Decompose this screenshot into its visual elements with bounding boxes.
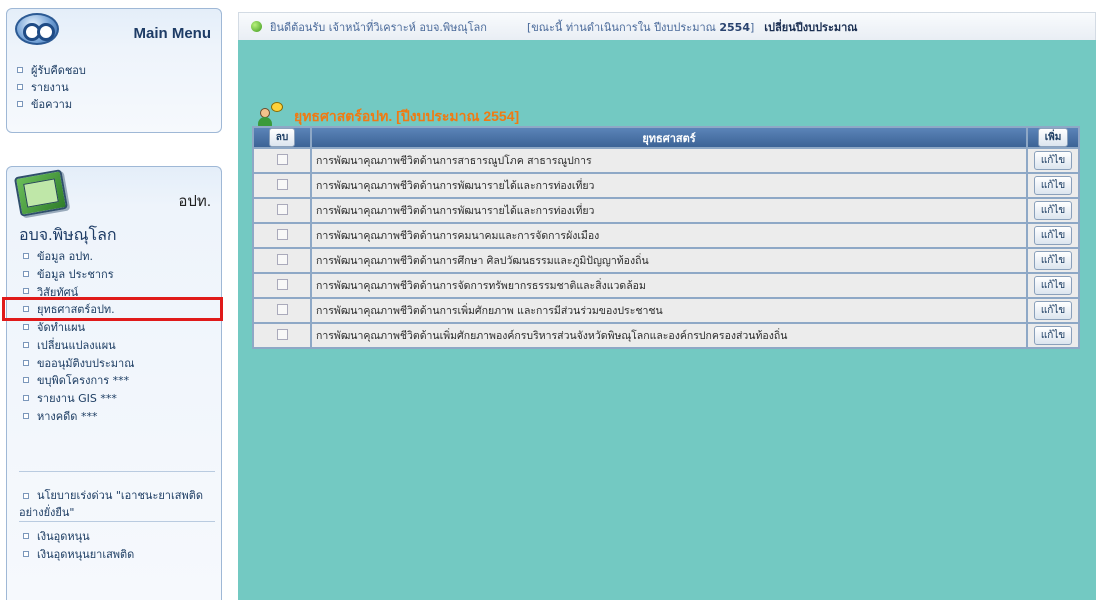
- budget-year-note: [ขณะนี้ ท่านดำเนินการใน ปีงบประมาณ 2554]: [526, 20, 755, 34]
- org-menu-item-search[interactable]: หางคดีด ***: [23, 407, 219, 425]
- bullet-icon: [23, 270, 29, 277]
- row-select-checkbox[interactable]: [276, 153, 288, 165]
- strategy-name: การพัฒนาคุณภาพชีวิตด้านการคมนาคมและการจั…: [312, 224, 1026, 247]
- table-row: การพัฒนาคุณภาพชีวิตด้านการพัฒนารายได้และ…: [254, 174, 1078, 197]
- divider: [19, 521, 215, 522]
- main-menu-list: ผู้รับคืดชอบ รายงาน ข้อความ: [17, 61, 86, 112]
- bullet-icon: [23, 359, 29, 366]
- page-title: ยุทธศาสตร์อปท. [ปีงบประมาณ 2554]: [258, 102, 519, 128]
- app-logo-icon: [15, 13, 59, 45]
- main-menu-item-message[interactable]: ข้อความ: [17, 95, 86, 112]
- table-row: การพัฒนาคุณภาพชีวิตด้านการเพิ่มศักยภาพ แ…: [254, 299, 1078, 322]
- edit-button[interactable]: แก้ไข: [1033, 301, 1073, 320]
- org-menu-item-population[interactable]: ข้อมูล ประชากร: [23, 265, 219, 283]
- bullet-icon: [23, 324, 29, 331]
- bullet-icon: [17, 66, 23, 73]
- bullet-icon: [23, 551, 29, 557]
- people-icon: [258, 102, 284, 128]
- sidebar: Main Menu ผู้รับคืดชอบ รายงาน ข้อความ อป…: [0, 0, 230, 600]
- table-row: การพัฒนาคุณภาพชีวิตด้านเพิ่มศักยภาพองค์ก…: [254, 324, 1078, 347]
- add-button[interactable]: เพิ่ม: [1037, 128, 1069, 147]
- row-select-checkbox[interactable]: [276, 303, 288, 315]
- org-menu-item-subsidy[interactable]: เงินอุดหนุน: [23, 527, 134, 545]
- org-menu-item-policy[interactable]: นโยบายเร่งด่วน "เอาชนะยาเสพติดอย่างยั่งย…: [19, 487, 215, 521]
- table-row: การพัฒนาคุณภาพชีวิตด้านการพัฒนารายได้และ…: [254, 199, 1078, 222]
- divider: [19, 471, 215, 472]
- main-menu-item-responsible[interactable]: ผู้รับคืดชอบ: [17, 61, 86, 78]
- row-select-checkbox[interactable]: [276, 278, 288, 290]
- org-menu-item-drug-subsidy[interactable]: เงินอุดหนุนยาเสพติด: [23, 545, 134, 563]
- bullet-icon: [23, 306, 29, 313]
- org-menu-item-org-info[interactable]: ข้อมูล อปท.: [23, 247, 219, 265]
- org-menu-title: อปท.: [178, 193, 211, 210]
- org-menu-item-vision[interactable]: วิสัยทัศน์: [23, 283, 219, 301]
- welcome-text: ยินดีต้อนรับ เจ้าหน้าที่วิเคราะห์ อบจ.พิ…: [270, 20, 487, 34]
- col-strategy-header: ยุทธศาสตร์: [312, 128, 1026, 147]
- page-title-text: ยุทธศาสตร์อปท. [ปีงบประมาณ 2554]: [294, 108, 520, 124]
- strategy-name: การพัฒนาคุณภาพชีวิตด้านการจัดการทรัพยากร…: [312, 274, 1026, 297]
- bullet-icon: [23, 341, 29, 348]
- row-select-checkbox[interactable]: [276, 328, 288, 340]
- main-menu-box: Main Menu ผู้รับคืดชอบ รายงาน ข้อความ: [6, 8, 222, 133]
- row-select-checkbox[interactable]: [276, 253, 288, 265]
- edit-button[interactable]: แก้ไข: [1033, 226, 1073, 245]
- change-budget-year-link[interactable]: เปลี่ยนปีงบประมาณ: [764, 18, 857, 36]
- table-row: การพัฒนาคุณภาพชีวิตด้านการสาธารณูปโภค สา…: [254, 149, 1078, 172]
- org-menu-item-strategy[interactable]: ยุทธศาสตร์อปท.: [2, 297, 223, 322]
- col-add-header: เพิ่ม: [1028, 128, 1078, 147]
- bullet-icon: [23, 413, 29, 420]
- bullet-icon: [23, 377, 29, 384]
- strategy-name: การพัฒนาคุณภาพชีวิตด้านเพิ่มศักยภาพองค์ก…: [312, 324, 1026, 347]
- row-select-checkbox[interactable]: [276, 228, 288, 240]
- row-select-checkbox[interactable]: [276, 203, 288, 215]
- main-menu-title: Main Menu: [133, 25, 212, 42]
- strategy-name: การพัฒนาคุณภาพชีวิตด้านการสาธารณูปโภค สา…: [312, 149, 1026, 172]
- strategy-table: ลบ ยุทธศาสตร์ เพิ่ม การพัฒนาคุณภาพชีวิตด…: [252, 126, 1080, 349]
- edit-button[interactable]: แก้ไข: [1033, 201, 1073, 220]
- org-menu-box: อปท. อบจ.พิษณุโลก ข้อมูล อปท. ข้อมูล ประ…: [2, 166, 223, 600]
- strategy-name: การพัฒนาคุณภาพชีวิตด้านการพัฒนารายได้และ…: [312, 199, 1026, 222]
- content-panel: ยุทธศาสตร์อปท. [ปีงบประมาณ 2554] ลบ ยุทธ…: [238, 40, 1096, 600]
- table-header-row: ลบ ยุทธศาสตร์ เพิ่ม: [254, 128, 1078, 147]
- bullet-icon: [23, 252, 29, 259]
- bullet-icon: [23, 395, 29, 402]
- strategy-name: การพัฒนาคุณภาพชีวิตด้านการเพิ่มศักยภาพ แ…: [312, 299, 1026, 322]
- row-select-checkbox[interactable]: [276, 178, 288, 190]
- bullet-icon: [17, 100, 23, 107]
- bullet-icon: [17, 83, 23, 90]
- org-menu-item-make-plan[interactable]: จัดทำแผน: [23, 318, 219, 336]
- col-delete-header: ลบ: [254, 128, 310, 147]
- org-menu-item-budget-request[interactable]: ขออนุมัติงบประมาณ: [23, 354, 219, 372]
- edit-button[interactable]: แก้ไข: [1033, 151, 1073, 170]
- org-menu-item-gis-report[interactable]: รายงาน GIS ***: [23, 389, 219, 407]
- table-row: การพัฒนาคุณภาพชีวิตด้านการคมนาคมและการจั…: [254, 224, 1078, 247]
- strategy-name: การพัฒนาคุณภาพชีวิตด้านการศึกษา ศิลปวัฒน…: [312, 249, 1026, 272]
- org-menu-list: ข้อมูล อปท. ข้อมูล ประชากร วิสัยทัศน์ ยุ…: [2, 247, 223, 425]
- bullet-icon: [23, 533, 29, 539]
- edit-button[interactable]: แก้ไข: [1033, 326, 1073, 345]
- org-name: อบจ.พิษณุโลก: [19, 227, 117, 244]
- main-menu-item-report[interactable]: รายงาน: [17, 78, 86, 95]
- bullet-icon: [23, 493, 29, 499]
- globe-icon: [251, 21, 262, 32]
- fund-list: เงินอุดหนุน เงินอุดหนุนยาเสพติด: [23, 527, 134, 563]
- edit-button[interactable]: แก้ไข: [1033, 176, 1073, 195]
- table-row: การพัฒนาคุณภาพชีวิตด้านการจัดการทรัพยากร…: [254, 274, 1078, 297]
- header-bar: ยินดีต้อนรับ เจ้าหน้าที่วิเคราะห์ อบจ.พิ…: [238, 12, 1096, 40]
- bullet-icon: [23, 288, 29, 295]
- edit-button[interactable]: แก้ไข: [1033, 251, 1073, 270]
- computer-icon: [13, 169, 69, 217]
- edit-button[interactable]: แก้ไข: [1033, 276, 1073, 295]
- delete-button[interactable]: ลบ: [268, 128, 296, 147]
- strategy-name: การพัฒนาคุณภาพชีวิตด้านการพัฒนารายได้และ…: [312, 174, 1026, 197]
- org-menu-item-change-plan[interactable]: เปลี่ยนแปลงแผน: [23, 336, 219, 354]
- budget-year: 2554: [719, 20, 750, 34]
- table-row: การพัฒนาคุณภาพชีวิตด้านการศึกษา ศิลปวัฒน…: [254, 249, 1078, 272]
- org-menu-item-projects[interactable]: ขบุพิดโครงการ ***: [23, 372, 219, 390]
